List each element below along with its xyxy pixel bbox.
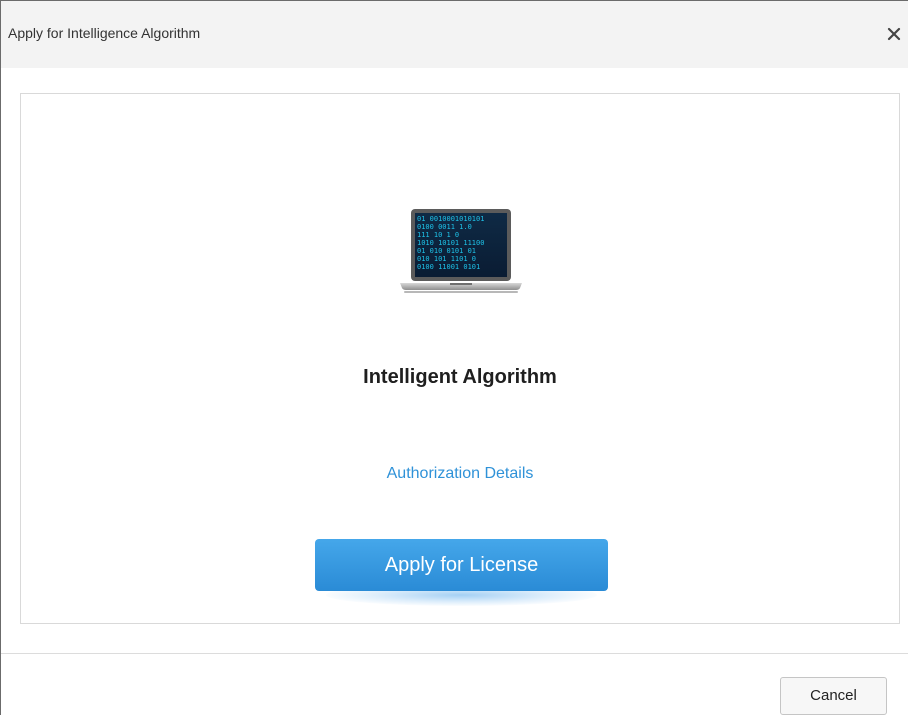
svg-text:0100 0011 1.0: 0100 0011 1.0 [417, 223, 472, 231]
authorization-details-link[interactable]: Authorization Details [21, 465, 899, 483]
footer-divider [1, 653, 908, 654]
svg-text:01 0010001010101: 01 0010001010101 [417, 215, 484, 223]
laptop-binary-icon: 01 0010001010101 0100 0011 1.0 111 10 1 … [400, 209, 522, 293]
svg-text:01 010 0101 01: 01 010 0101 01 [417, 247, 476, 255]
svg-text:1010 10101 11100: 1010 10101 11100 [417, 239, 484, 247]
algorithm-heading: Intelligent Algorithm [363, 366, 557, 388]
dialog-title-bar: Apply for Intelligence Algorithm [1, 1, 908, 68]
svg-text:010 101 1101 0: 010 101 1101 0 [417, 255, 476, 263]
apply-for-license-button[interactable]: Apply for License [315, 539, 608, 591]
apply-algorithm-dialog: Apply for Intelligence Algorithm 01 0010 [0, 0, 908, 715]
dialog-title: Apply for Intelligence Algorithm [8, 25, 201, 41]
svg-text:0100 11001 0101: 0100 11001 0101 [417, 263, 480, 271]
content-panel: 01 0010001010101 0100 0011 1.0 111 10 1 … [20, 93, 900, 624]
cancel-button[interactable]: Cancel [780, 677, 887, 715]
svg-text:111 10 1 0: 111 10 1 0 [417, 231, 459, 239]
close-icon[interactable] [884, 23, 904, 43]
